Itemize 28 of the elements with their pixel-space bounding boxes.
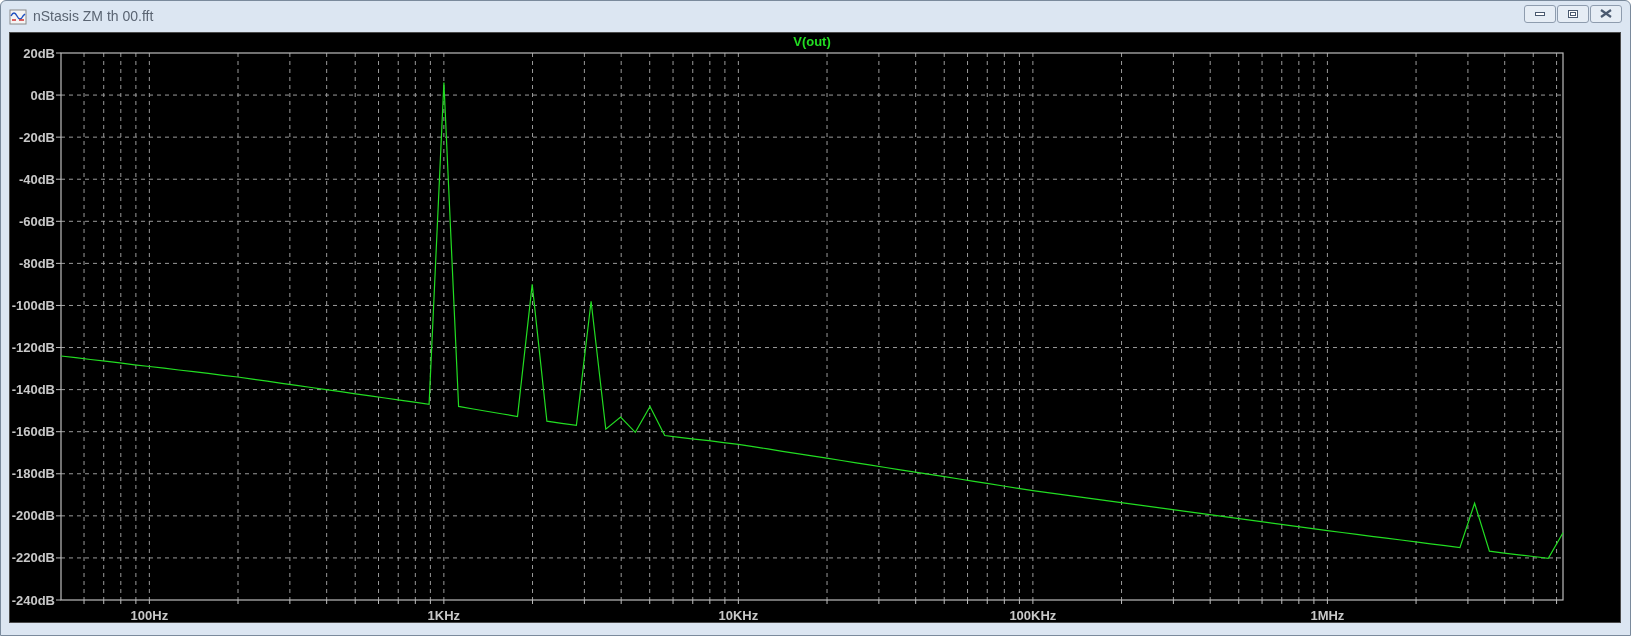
minimize-button[interactable] xyxy=(1524,4,1556,23)
y-tick-label: -160dB xyxy=(11,424,55,440)
y-tick-label: -220dB xyxy=(11,550,55,566)
x-tick-label: 100KHz xyxy=(1009,608,1057,622)
y-tick-label: -140dB xyxy=(11,382,55,398)
y-tick-label: -80dB xyxy=(18,255,55,271)
x-tick-label: 10KHz xyxy=(718,608,759,622)
x-tick-label: 1MHz xyxy=(1310,608,1345,622)
y-tick-label: -120dB xyxy=(11,340,55,356)
y-tick-label: 20dB xyxy=(23,45,55,61)
window-title: nStasis ZM th 00.fft xyxy=(33,7,154,26)
y-tick-label: -20dB xyxy=(18,129,55,145)
y-tick-label: -240dB xyxy=(11,592,55,608)
y-tick-label: -100dB xyxy=(11,297,55,313)
y-tick-label: -40dB xyxy=(18,171,55,187)
x-tick-label: 100Hz xyxy=(130,608,169,622)
close-button[interactable] xyxy=(1590,4,1622,23)
x-tick-label: 1KHz xyxy=(427,608,461,622)
y-tick-label: 0dB xyxy=(30,87,55,103)
trace-name: V(out) xyxy=(793,34,831,49)
minimize-icon xyxy=(1535,11,1545,16)
maximize-icon xyxy=(1568,9,1578,18)
waveform-app-icon xyxy=(9,8,27,25)
close-icon xyxy=(1600,9,1612,18)
y-tick-label: -180dB xyxy=(11,466,55,482)
y-tick-label: -60dB xyxy=(18,213,55,229)
maximize-button[interactable] xyxy=(1557,4,1589,23)
y-tick-label: -200dB xyxy=(11,508,55,524)
